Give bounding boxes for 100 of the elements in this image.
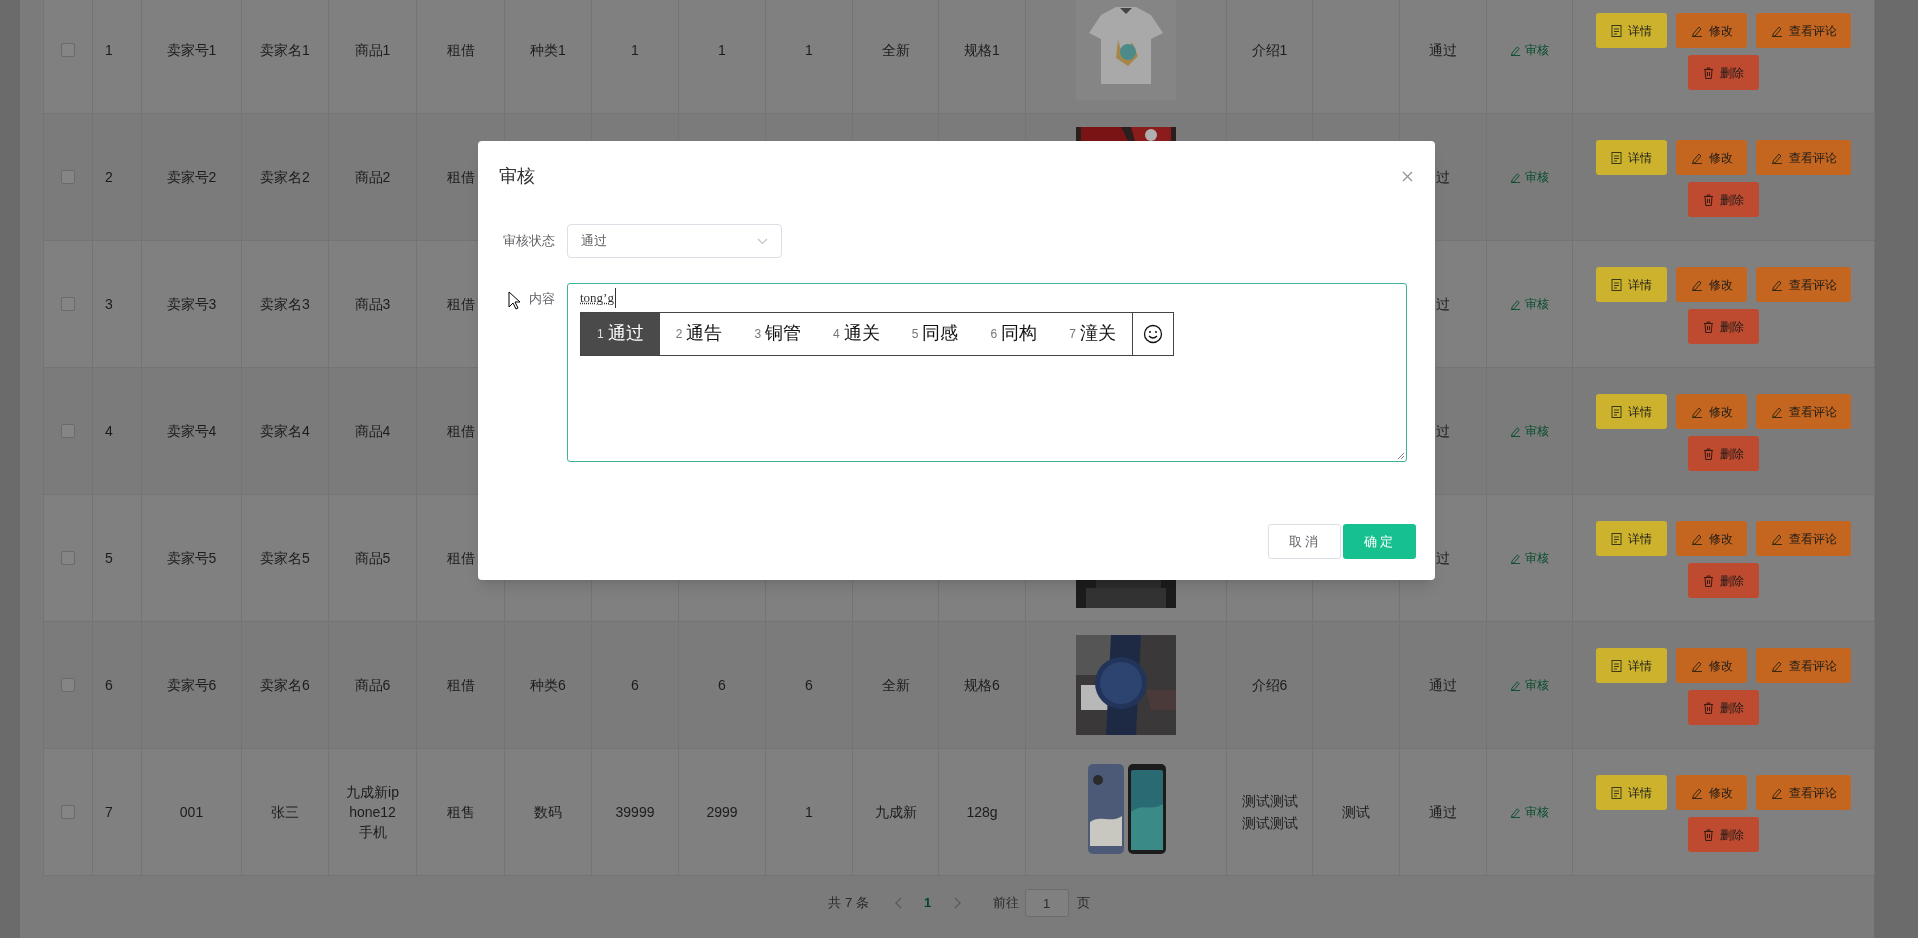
detail-button[interactable]: 详情 [1596, 648, 1667, 683]
pen-icon [1690, 405, 1703, 418]
checkbox[interactable] [61, 170, 75, 184]
candidate-item[interactable]: 3 铜管 [738, 312, 818, 355]
review-link[interactable]: 审核 [1510, 168, 1549, 186]
row-number: 7 [105, 802, 113, 822]
chevron-right-icon[interactable] [952, 897, 961, 909]
product-name-text: 商品6 [353, 676, 392, 695]
review-link[interactable]: 审核 [1510, 676, 1549, 694]
checkbox[interactable] [61, 805, 75, 819]
edit-button[interactable]: 修改 [1676, 267, 1747, 302]
detail-button[interactable]: 详情 [1596, 775, 1667, 810]
pen-icon [1690, 24, 1703, 37]
checkbox[interactable] [61, 43, 75, 57]
page-number[interactable]: 1 [912, 893, 943, 913]
checkbox[interactable] [61, 297, 75, 311]
candidate-item[interactable]: 6 同构 [974, 312, 1054, 355]
product-name-text: 九成新iphone12手机 [345, 783, 400, 842]
trash-icon [1703, 574, 1714, 587]
chevron-left-icon[interactable] [894, 897, 903, 909]
status-text: 通过 [1429, 40, 1457, 60]
trash-icon [1703, 701, 1714, 714]
comments-button[interactable]: 查看评论 [1756, 521, 1851, 556]
resize-handle-icon[interactable] [1397, 452, 1405, 460]
delete-button[interactable]: 删除 [1688, 436, 1759, 471]
delete-button[interactable]: 删除 [1688, 690, 1759, 725]
total-count: 共 7 条 [828, 894, 869, 913]
status-select[interactable]: 通过 [567, 224, 782, 258]
checkbox[interactable] [61, 424, 75, 438]
edit-button[interactable]: 修改 [1676, 140, 1747, 175]
close-icon[interactable] [1402, 171, 1413, 182]
status-text: 过 [1436, 421, 1450, 441]
mode-text: 租借 [446, 40, 475, 60]
candidate-item[interactable]: 2 通告 [659, 312, 739, 355]
table-cell-text: 6 [631, 675, 639, 695]
edit-button[interactable]: 修改 [1676, 648, 1747, 683]
edit-button[interactable]: 修改 [1676, 521, 1747, 556]
candidate-item[interactable]: 1 通过 [581, 312, 660, 355]
pen-icon [1510, 806, 1521, 818]
mode-text: 租借 [446, 675, 475, 695]
edit-button[interactable]: 修改 [1676, 13, 1747, 48]
delete-button[interactable]: 删除 [1688, 563, 1759, 598]
product-name-text: 商品1 [353, 41, 392, 60]
seller-name-text: 张三 [271, 802, 299, 822]
content-textarea[interactable]: tong’g 1 通过 2 通告 3 铜管 4 通关 5 同感 6 同构 7 潼关 [567, 283, 1407, 462]
pen-icon [1770, 659, 1783, 672]
comments-button[interactable]: 查看评论 [1756, 648, 1851, 683]
mode-text: 租借 [446, 294, 475, 314]
cancel-button[interactable]: 取消 [1268, 524, 1341, 559]
page-input[interactable]: 1 [1024, 889, 1069, 917]
seller-id-text: 卖家号5 [166, 548, 217, 568]
candidate-item[interactable]: 4 通关 [817, 312, 896, 355]
pen-icon [1510, 298, 1521, 310]
delete-button[interactable]: 删除 [1688, 309, 1759, 344]
seller-name-text: 卖家名2 [260, 167, 310, 187]
detail-button[interactable]: 详情 [1596, 521, 1667, 556]
smiley-icon[interactable] [1142, 323, 1163, 344]
review-link[interactable]: 审核 [1510, 41, 1549, 59]
trash-icon [1703, 320, 1714, 333]
row-number: 5 [105, 548, 113, 568]
pen-icon [1770, 24, 1783, 37]
table-cell-text: 6 [718, 675, 726, 695]
comments-button[interactable]: 查看评论 [1756, 140, 1851, 175]
field-label: 内容 [478, 283, 567, 309]
review-link[interactable]: 审核 [1510, 422, 1549, 440]
detail-button[interactable]: 详情 [1596, 394, 1667, 429]
delete-button[interactable]: 删除 [1688, 817, 1759, 852]
edit-button[interactable]: 修改 [1676, 775, 1747, 810]
delete-button[interactable]: 删除 [1688, 182, 1759, 217]
delete-button[interactable]: 删除 [1688, 55, 1759, 90]
review-link[interactable]: 审核 [1510, 549, 1549, 567]
detail-button[interactable]: 详情 [1596, 140, 1667, 175]
checkbox[interactable] [61, 551, 75, 565]
goto-label: 前往 [992, 894, 1019, 913]
edit-button[interactable]: 修改 [1676, 394, 1747, 429]
status-text: 过 [1436, 548, 1450, 568]
comments-button[interactable]: 查看评论 [1756, 394, 1851, 429]
detail-button[interactable]: 详情 [1596, 13, 1667, 48]
document-icon [1611, 532, 1622, 545]
confirm-button[interactable]: 确定 [1343, 524, 1416, 559]
mode-text: 租借 [446, 548, 475, 568]
checkbox[interactable] [61, 678, 75, 692]
candidate-item[interactable]: 7 潼关 [1053, 312, 1132, 355]
detail-button[interactable]: 详情 [1596, 267, 1667, 302]
seller-name-text: 卖家名1 [260, 40, 310, 60]
category-text: 种类6 [530, 675, 566, 695]
intro-text: 介绍6 [1251, 676, 1288, 695]
row-number: 3 [105, 294, 113, 314]
composition-text: tong’g [580, 288, 616, 308]
comments-button[interactable]: 查看评论 [1756, 13, 1851, 48]
pen-icon [1690, 786, 1703, 799]
review-link[interactable]: 审核 [1510, 803, 1549, 821]
document-icon [1611, 278, 1622, 291]
candidate-item[interactable]: 5 同感 [895, 312, 975, 355]
table-cell-text: 1 [805, 802, 813, 822]
comments-button[interactable]: 查看评论 [1756, 775, 1851, 810]
review-link[interactable]: 审核 [1510, 295, 1549, 313]
table-cell-text: 1 [805, 40, 813, 60]
pen-icon [1770, 405, 1783, 418]
comments-button[interactable]: 查看评论 [1756, 267, 1851, 302]
